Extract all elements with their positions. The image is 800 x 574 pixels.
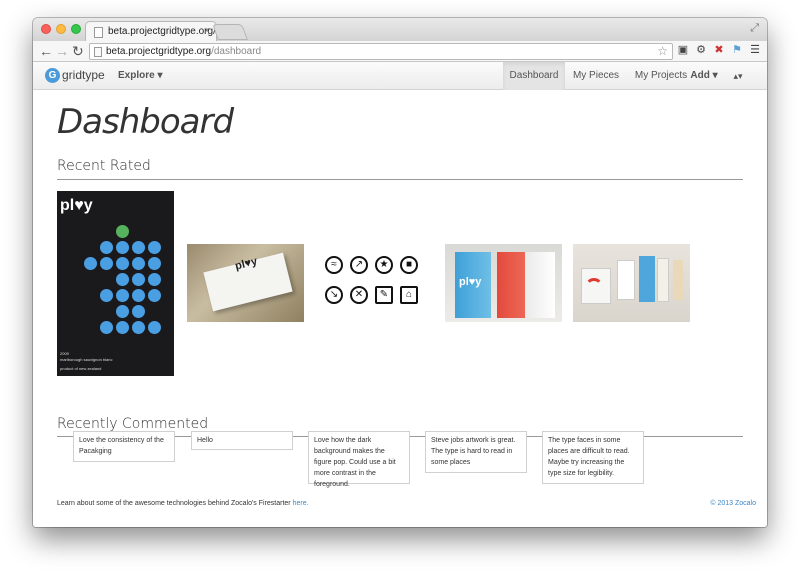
comment-card[interactable]: Love how the dark background makes the f… [308,431,410,488]
poster-dot [116,257,129,270]
poster-wine: marlborough sauvignon blanc [60,357,113,362]
browser-tab[interactable]: beta.projectgridtype.org/d × [85,21,217,41]
poster-dot [116,241,129,254]
brand-name[interactable]: gridtype [62,68,105,82]
close-window-button[interactable] [41,24,51,34]
reload-icon[interactable]: ↻ [72,43,84,59]
browser-window: beta.projectgridtype.org/d × ⤢ ← → ↻ bet… [33,18,767,527]
poster-dot [132,273,145,286]
poster-dot [132,305,145,318]
comment-card[interactable]: Steve jobs artwork is great. The type is… [425,431,527,473]
footer-text: Learn about some of the awesome technolo… [57,500,309,507]
minimize-window-button[interactable] [56,24,66,34]
poster-dot [116,289,129,302]
poster-dot [100,257,113,270]
page-info-icon[interactable] [94,47,102,57]
section-divider [57,179,743,180]
flag-extension-icon[interactable]: ⚑ [731,44,743,56]
poster-dot [148,257,161,270]
footer-message: Learn about some of the awesome technolo… [57,500,291,507]
recently-commented-heading: Recently Commented [57,416,209,432]
page-icon [94,27,103,38]
rated-piece-carton[interactable]: pl♥y [187,244,304,322]
forward-arrow-icon[interactable]: → [55,43,69,59]
explore-dropdown[interactable]: Explore ▾ [118,70,162,81]
wifi-icon [585,278,603,296]
poster-dot [132,241,145,254]
nav-my-pieces[interactable]: My Pieces [565,62,627,90]
bottle-shape [657,258,669,302]
poster-dot [100,289,113,302]
tab-title: beta.projectgridtype.org/d [108,26,217,37]
poster-dot [132,289,145,302]
poster-dot [148,321,161,334]
dashboard-content: Dashboard Recent Rated pl♥y 2009 marlbor… [33,90,767,527]
poster-origin: product of new zealand [60,366,102,371]
nav-dashboard[interactable]: Dashboard [503,62,565,90]
camera-extension-icon[interactable]: ▣ [677,44,689,56]
menu-icon[interactable]: ☰ [749,44,761,56]
footer-here-link[interactable]: here. [293,500,309,507]
rated-piece-packaging[interactable] [573,244,690,322]
gridtype-logo-icon[interactable]: G [45,68,60,83]
comment-card[interactable]: Hello [191,431,293,450]
nav-my-projects[interactable]: My Projects [627,62,695,90]
pen-icon: ✎ [375,286,393,304]
train-icon: ■ [400,256,418,274]
gymnast-icon: ★ [375,256,393,274]
poster-dot [116,305,129,318]
rated-piece-milk-cartons[interactable]: pl♥y [445,244,562,322]
poster-dot [132,321,145,334]
swimmer-icon: ≈ [325,256,343,274]
bookmark-star-icon[interactable]: ☆ [657,44,668,59]
poster-dot [116,273,129,286]
bag-shape [673,260,683,300]
box-shape [617,260,635,300]
milk-carton-white [525,252,555,318]
milk-carton-blue: pl♥y [455,252,491,318]
back-arrow-icon[interactable]: ← [39,43,53,59]
poster-title: pl♥y [60,197,93,214]
poster-dot [100,241,113,254]
poster-dot [148,289,161,302]
fullscreen-icon[interactable]: ⤢ [750,22,759,35]
app-navbar: G gridtype Explore ▾ Dashboard My Pieces… [33,62,767,90]
poster-dot [116,225,129,238]
tools-extension-icon[interactable]: ✖ [713,44,725,56]
climber-icon: ✕ [350,286,368,304]
poster-dot [116,321,129,334]
milk-word: pl♥y [459,276,482,288]
gear-extension-icon[interactable]: ⚙ [695,44,707,56]
url-path: /dashboard [211,46,262,57]
address-bar[interactable]: beta.projectgridtype.org/dashboard ☆ [89,43,673,60]
url-host: beta.projectgridtype.org [106,46,212,57]
house-icon: ⌂ [400,286,418,304]
new-tab-button[interactable] [212,24,248,40]
poster-dot [148,241,161,254]
browser-toolbar: ← → ↻ beta.projectgridtype.org/dashboard… [33,41,767,62]
poster-dot [132,257,145,270]
poster-dot [148,273,161,286]
rated-piece-poster[interactable]: pl♥y 2009 marlborough sauvignon blanc pr… [57,191,174,376]
skater-icon: ↘ [325,286,343,304]
poster-dot [100,321,113,334]
comment-card[interactable]: Love the consistency of the Pacakging [73,431,175,462]
recent-rated-heading: Recent Rated [57,158,151,174]
tab-strip: beta.projectgridtype.org/d × ⤢ [33,18,767,41]
close-tab-icon[interactable]: × [204,25,210,37]
maximize-window-button[interactable] [71,24,81,34]
nav-user-dropdown[interactable]: ▴▾ [725,62,751,90]
comment-card[interactable]: The type faces in some places are diffic… [542,431,644,484]
rated-piece-pictograms[interactable]: ≈ ↗ ★ ■ ↘ ✕ ✎ ⌂ [315,244,432,322]
copyright-link[interactable]: © 2013 Zocalo [710,500,756,507]
poster-dot [84,257,97,270]
page-title: Dashboard [57,102,234,142]
nav-add-dropdown[interactable]: Add ▾ [687,62,721,90]
carton-shape [639,256,655,302]
sprinter-icon: ↗ [350,256,368,274]
